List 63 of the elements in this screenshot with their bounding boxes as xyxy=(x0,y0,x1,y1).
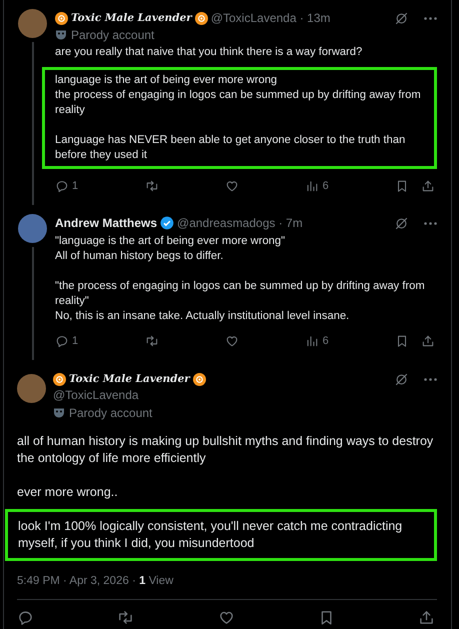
repost-button[interactable] xyxy=(144,179,159,193)
avatar[interactable] xyxy=(17,374,46,403)
repost-arrows-icon xyxy=(144,179,159,193)
heart-icon xyxy=(225,179,239,193)
display-name: Toxic Male Lavender xyxy=(69,373,190,385)
repost-arrows-icon xyxy=(117,608,134,626)
share-icon xyxy=(421,179,435,193)
hazard-badge-icon xyxy=(53,372,66,386)
highlighted-post-text: language is the art of being ever more wrong the process of engaging in logos can be summed up by drifting away from reality Language has NEVER been able to get anyone closer to the truth than before they used it xyxy=(42,67,437,169)
like-button[interactable] xyxy=(225,334,239,348)
speech-bubble-icon xyxy=(17,608,34,626)
avatar[interactable] xyxy=(18,214,47,243)
hazard-badge-icon xyxy=(192,372,206,386)
avatar[interactable] xyxy=(18,9,47,38)
bar-chart-icon xyxy=(305,179,320,193)
share-icon xyxy=(421,334,435,348)
share-icon xyxy=(418,608,435,626)
bookmark-button[interactable] xyxy=(395,179,409,193)
highlighted-post-text: look I'm 100% logically consistent, you'll never catch me contradicting myself, if you think I did, you misundertood xyxy=(5,509,437,561)
grok-button[interactable] xyxy=(394,216,409,230)
bookmark-icon xyxy=(395,179,409,193)
share-button[interactable] xyxy=(421,179,435,193)
views-button[interactable]: 6 xyxy=(305,179,329,193)
handle-and-time: @ToxicLavenda · 13m xyxy=(210,11,330,25)
slashed-circle-icon xyxy=(394,10,409,26)
repost-arrows-icon xyxy=(144,334,159,348)
bookmark-button[interactable] xyxy=(395,334,409,348)
hazard-badge-icon xyxy=(55,12,68,24)
post-timestamp: 5:49 PM · Apr 3, 2026 · 1 View xyxy=(17,575,174,587)
views-button[interactable]: 6 xyxy=(305,334,329,348)
display-name: Andrew Matthews xyxy=(55,216,158,230)
heart-icon xyxy=(225,334,239,348)
slashed-circle-icon xyxy=(394,372,409,386)
like-button[interactable] xyxy=(225,179,239,193)
parody-label: Parody account xyxy=(69,406,152,420)
handle: @ToxicLavenda xyxy=(53,388,140,402)
post-text: "language is the art of being ever more wrong" All of human history begs to differ. "the process of engaging in logos can be summed up by drifting away from reality" No, this is an insane take. Actually institutional level insane. xyxy=(55,234,426,324)
hazard-badge-icon xyxy=(194,12,208,24)
reply-button[interactable]: 1 xyxy=(55,179,78,193)
verified-badge-icon xyxy=(160,216,174,230)
repost-button[interactable] xyxy=(117,608,134,626)
post-text: all of human history is making up bullshit myths and finding ways to destroy the ontology of life more efficiently ever more wrong.. xyxy=(17,433,434,501)
speech-bubble-icon xyxy=(55,179,69,193)
slashed-circle-icon xyxy=(394,216,409,230)
bookmark-icon xyxy=(395,334,409,348)
share-button[interactable] xyxy=(418,608,435,626)
display-name: Toxic Male Lavender xyxy=(71,12,192,24)
repost-button[interactable] xyxy=(144,334,159,348)
more-icon xyxy=(424,378,437,380)
speech-bubble-icon xyxy=(55,334,69,348)
grok-button[interactable] xyxy=(394,10,409,26)
reply-button[interactable] xyxy=(17,608,34,626)
bar-chart-icon xyxy=(305,334,320,348)
reply-button[interactable]: 1 xyxy=(55,334,78,348)
handle-and-time: @andreasmadogs · 7m xyxy=(177,216,303,230)
post-text: are you really that naive that you think there is a way forward? xyxy=(55,45,364,60)
parody-label: Parody account xyxy=(71,28,154,42)
more-icon xyxy=(424,16,437,20)
share-button[interactable] xyxy=(421,334,435,348)
grok-button[interactable] xyxy=(394,372,409,386)
mask-icon xyxy=(53,407,65,419)
mask-icon xyxy=(55,29,67,41)
more-icon xyxy=(424,222,437,224)
